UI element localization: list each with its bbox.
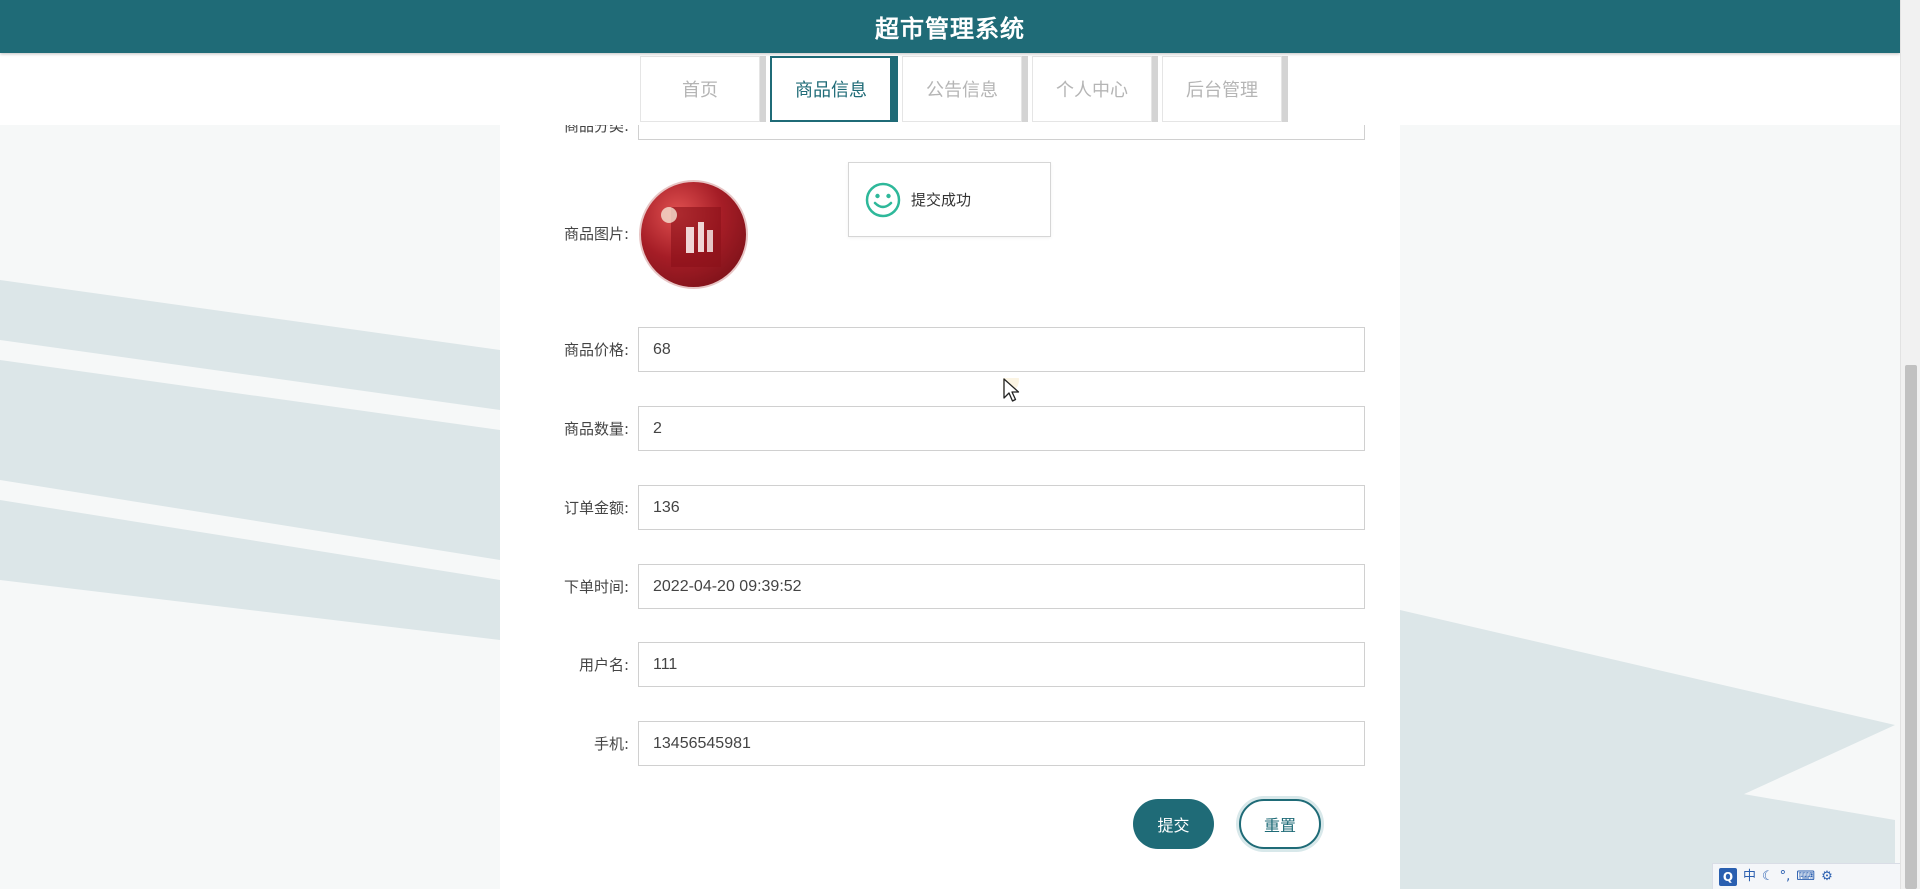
ime-chinese-indicator[interactable]: 中 xyxy=(1743,870,1756,883)
product-image[interactable] xyxy=(639,180,748,289)
username-label: 用户名: xyxy=(578,656,629,674)
product-photo-art xyxy=(661,207,721,267)
form-row-username: 用户名: 111 xyxy=(500,642,1400,687)
tray-q-icon[interactable]: Q xyxy=(1719,867,1737,886)
amount-input[interactable]: 136 xyxy=(638,485,1365,530)
punctuation-icon[interactable]: °, xyxy=(1780,870,1791,883)
settings-icon[interactable]: ⚙ xyxy=(1821,870,1833,883)
tab-product-info[interactable]: 商品信息 xyxy=(770,56,892,122)
price-label: 商品价格: xyxy=(563,341,629,359)
app-header: 超市管理系统 xyxy=(0,0,1900,53)
order-time-label: 下单时间: xyxy=(563,578,629,596)
keyboard-icon[interactable]: ⌨ xyxy=(1796,870,1815,883)
nav-bar: 首页 商品信息 公告信息 个人中心 后台管理 xyxy=(0,53,1900,125)
mouse-cursor-icon xyxy=(1003,378,1020,402)
order-time-input[interactable]: 2022-04-20 09:39:52 xyxy=(638,564,1365,609)
form-row-phone: 手机: 13456545981 xyxy=(500,721,1400,766)
order-form-panel: 商品分类: 美妆 商品图片: 商品价格: 68 商品数量: 2 订单金额: 13… xyxy=(500,125,1400,889)
tab-home[interactable]: 首页 xyxy=(640,56,760,122)
phone-input[interactable]: 13456545981 xyxy=(638,721,1365,766)
page-scrollbar[interactable] xyxy=(1900,0,1920,889)
amount-label: 订单金额: xyxy=(563,499,629,517)
image-label: 商品图片: xyxy=(563,225,629,243)
tab-announcements[interactable]: 公告信息 xyxy=(902,56,1022,122)
app-title: 超市管理系统 xyxy=(875,15,1025,43)
quantity-input[interactable]: 2 xyxy=(638,406,1365,451)
quantity-label: 商品数量: xyxy=(563,420,629,438)
submit-button[interactable]: 提交 xyxy=(1133,799,1214,849)
tab-admin[interactable]: 后台管理 xyxy=(1162,56,1282,122)
nav-tabs: 首页 商品信息 公告信息 个人中心 后台管理 xyxy=(640,56,1282,122)
smile-icon xyxy=(865,182,901,217)
phone-label: 手机: xyxy=(593,735,629,753)
toast-message: 提交成功 xyxy=(911,191,972,209)
username-input[interactable]: 111 xyxy=(638,642,1365,687)
form-row-order-time: 下单时间: 2022-04-20 09:39:52 xyxy=(500,564,1400,609)
form-row-amount: 订单金额: 136 xyxy=(500,485,1400,530)
tab-personal-center[interactable]: 个人中心 xyxy=(1032,56,1152,122)
form-row-quantity: 商品数量: 2 xyxy=(500,406,1400,451)
reset-button[interactable]: 重置 xyxy=(1239,799,1321,849)
moon-icon[interactable]: ☾ xyxy=(1762,870,1774,883)
system-tray: Q 中 ☾ °, ⌨ ⚙ xyxy=(1712,863,1900,889)
success-toast: 提交成功 xyxy=(848,162,1051,237)
price-input[interactable]: 68 xyxy=(638,327,1365,372)
scrollbar-thumb[interactable] xyxy=(1905,365,1917,889)
form-row-price: 商品价格: 68 xyxy=(500,327,1400,372)
